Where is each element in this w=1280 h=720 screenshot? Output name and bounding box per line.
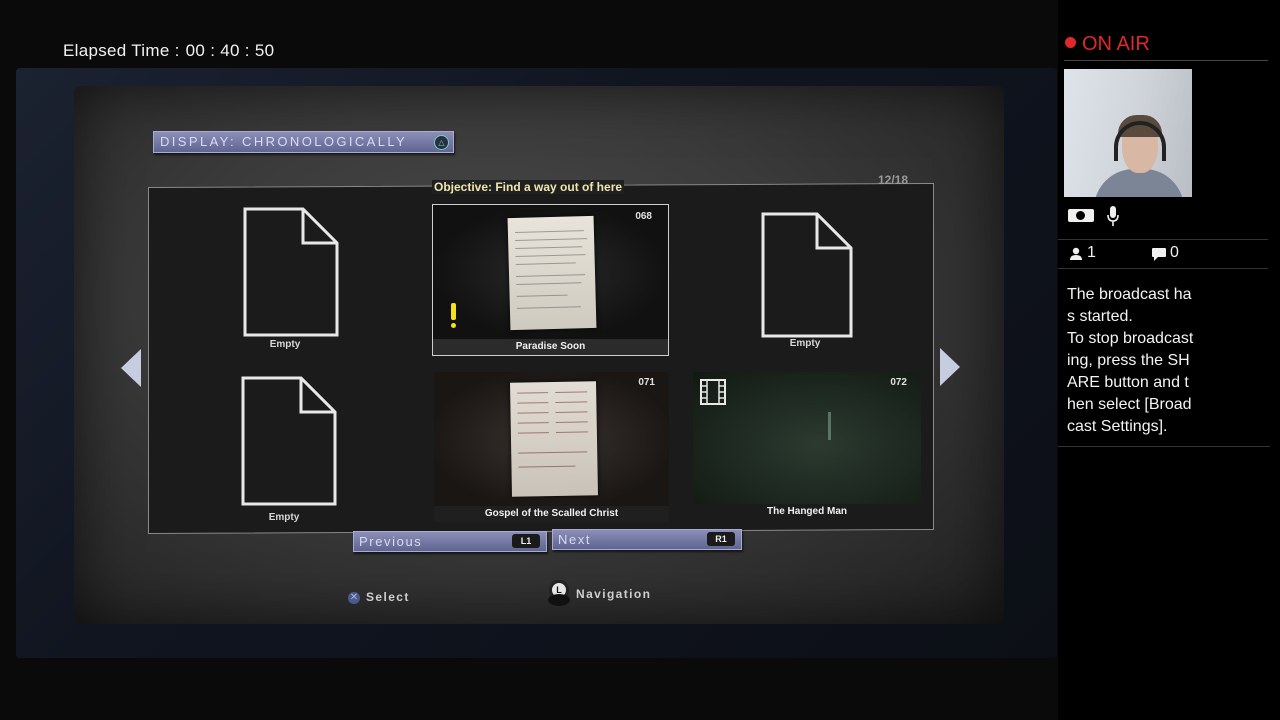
document-number: 068 [635, 211, 652, 222]
elapsed-time: Elapsed Time : 00 : 40 : 50 [63, 41, 274, 61]
select-hint: Select [366, 590, 410, 604]
triangle-button-icon: △ [434, 135, 449, 150]
divider [1058, 446, 1270, 447]
document-number: 072 [890, 377, 907, 388]
r1-button-icon: R1 [707, 532, 735, 546]
viewers-icon [1070, 247, 1082, 260]
document-slot-empty[interactable]: Empty [234, 374, 337, 524]
note-paper [507, 215, 597, 331]
previous-button[interactable]: Previous L1 [353, 531, 547, 552]
new-item-exclamation-icon [449, 303, 457, 329]
document-slot-selected[interactable]: 068 Paradise Soon [432, 204, 669, 356]
empty-document-icon [243, 207, 339, 337]
document-slot-empty[interactable]: Empty [235, 205, 339, 353]
next-page-arrow-icon[interactable] [940, 348, 960, 386]
person-shoulders [1094, 169, 1184, 197]
slot-label: The Hanged Man [766, 506, 847, 517]
previous-page-arrow-icon[interactable] [121, 349, 141, 387]
microphone-icon[interactable] [1106, 205, 1120, 227]
navigation-hint: Navigation [576, 587, 652, 601]
broadcast-message: The broadcast ha s started. To stop broa… [1067, 286, 1194, 435]
elapsed-value: 00 : 40 : 50 [185, 41, 275, 60]
camera-icon[interactable] [1068, 209, 1094, 222]
slot-label: Gospel of the Scalled Christ [484, 508, 619, 519]
display-mode-label: DISPLAY: CHRONOLOGICALLY [160, 134, 408, 149]
display-mode-button[interactable]: DISPLAY: CHRONOLOGICALLY △ [153, 131, 454, 153]
camera-preview [1064, 69, 1192, 197]
document-slot-empty[interactable]: Empty [755, 205, 855, 353]
empty-document-icon [761, 212, 853, 338]
next-button[interactable]: Next R1 [552, 529, 742, 550]
document-number: 071 [638, 377, 655, 388]
previous-label: Previous [359, 534, 423, 549]
hanged-figure [828, 412, 831, 440]
divider [1058, 268, 1268, 269]
cross-button-icon: ✕ [348, 592, 360, 604]
film-reel-icon [700, 379, 726, 405]
elapsed-label: Elapsed Time : [63, 41, 180, 60]
document-slot[interactable]: 071 Gospel of the Scalled Christ [434, 372, 669, 522]
thumbnail-background [693, 372, 921, 504]
slot-label: Empty [269, 339, 301, 350]
viewer-count: 1 [1087, 244, 1096, 261]
empty-document-icon [241, 376, 337, 506]
slot-label: Empty [268, 512, 300, 523]
note-paper [510, 381, 598, 497]
slot-label: Paradise Soon [515, 341, 586, 352]
page-counter: 12/18 [878, 173, 909, 187]
divider [1064, 60, 1268, 61]
document-slot-video[interactable]: 072 The Hanged Man [693, 372, 921, 520]
divider [1058, 239, 1268, 240]
on-air-label: ON AIR [1082, 33, 1150, 55]
left-stick-icon: L [548, 580, 570, 608]
on-air-indicator: ON AIR [1065, 33, 1150, 56]
next-label: Next [558, 532, 592, 547]
comments-icon [1152, 248, 1166, 261]
comment-count: 0 [1170, 244, 1179, 261]
objective-text: Objective: Find a way out of here [432, 180, 625, 194]
recording-dot-icon [1065, 37, 1076, 48]
slot-label: Empty [789, 338, 821, 349]
l1-button-icon: L1 [512, 534, 540, 548]
